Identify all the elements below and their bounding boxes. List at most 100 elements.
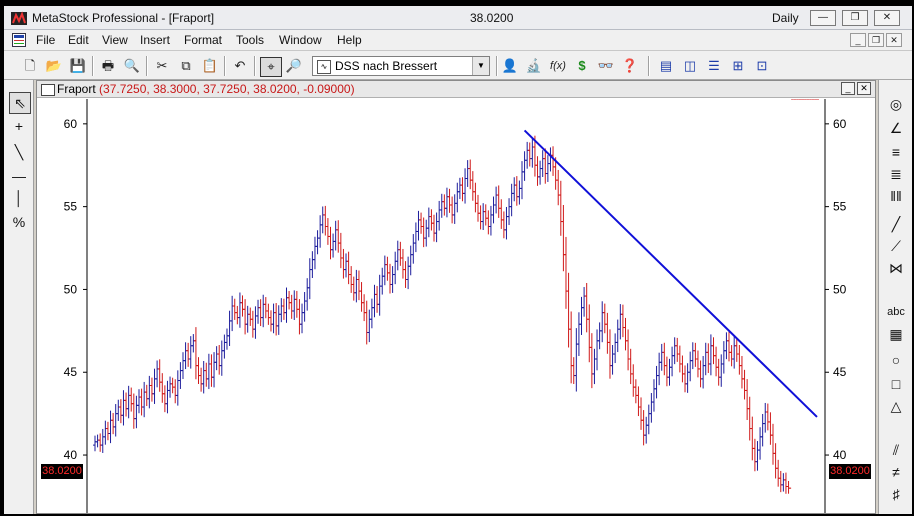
print-preview-icon[interactable]: 🔍 <box>122 57 142 75</box>
menu-view[interactable]: View <box>102 33 128 47</box>
tile-vertical-icon[interactable]: ◫ <box>680 57 700 75</box>
parallel-lines-icon[interactable]: ⫽ <box>885 440 907 460</box>
ohlc-bar <box>248 307 253 326</box>
chart-minimize-button[interactable]: _ <box>841 82 855 95</box>
y-tick-label: 40 <box>833 448 847 462</box>
ohlc-bar <box>380 267 385 295</box>
ohlc-bar <box>300 303 305 334</box>
rectangle-tool-icon[interactable]: □ <box>885 374 907 394</box>
copy-icon[interactable]: ⧉ <box>176 57 196 75</box>
indicator-dropdown[interactable]: ∿ DSS nach Bressert ▼ <box>312 56 490 76</box>
close-button[interactable]: ✕ <box>874 10 900 26</box>
document-icon[interactable] <box>12 33 26 47</box>
ohlc-bar <box>320 206 325 234</box>
ohlc-bar <box>411 234 416 264</box>
ohlc-bar <box>496 185 501 218</box>
ohlc-bar <box>98 433 103 452</box>
ohlc-bar <box>346 251 351 285</box>
ohlc-bar <box>615 319 620 353</box>
menu-format[interactable]: Format <box>184 33 222 47</box>
binoculars-icon[interactable]: 👓 <box>596 57 616 75</box>
ohlc-bar <box>193 327 198 380</box>
triangle-tool-icon[interactable]: △ <box>885 396 907 416</box>
ohlc-bar <box>372 284 377 318</box>
new-icon[interactable]: 🗋 <box>20 57 40 75</box>
mdi-restore-button[interactable]: ❐ <box>868 33 884 47</box>
paste-icon[interactable]: 📋 <box>200 57 220 75</box>
print-icon[interactable]: 🖶 <box>98 57 118 75</box>
window-new-icon[interactable]: ▤ <box>656 57 676 75</box>
save-icon[interactable]: 💾 <box>68 57 88 75</box>
ohlc-bar <box>558 180 563 236</box>
chart-window-icon <box>41 84 55 96</box>
price-chart[interactable]: 40 40 45 45 50 50 55 55 60 60 <box>37 99 875 513</box>
explorer-icon[interactable]: 🔬 <box>524 57 544 75</box>
menu-bar: File Edit View Insert Format Tools Windo… <box>4 30 912 50</box>
ellipse-tool-icon[interactable]: ○ <box>885 350 907 370</box>
ohlc-bar <box>116 399 121 421</box>
mdi-minimize-button[interactable]: _ <box>850 33 866 47</box>
gann-grid-icon[interactable]: ⋈ <box>885 258 907 278</box>
expert-advisor-icon[interactable]: 👤 <box>500 57 520 75</box>
percent-tool-icon[interactable]: % <box>9 212 29 232</box>
undo-icon[interactable]: ↶ <box>230 57 250 75</box>
ohlc-bar <box>243 299 248 335</box>
crosshair-tool-icon[interactable]: + <box>9 116 29 136</box>
zoom-icon[interactable]: 🔎 <box>284 57 304 75</box>
menu-insert[interactable]: Insert <box>140 33 170 47</box>
tile-horizontal-icon[interactable]: ☰ <box>704 57 724 75</box>
ohlc-bar <box>421 217 426 248</box>
circle-cycle-tool-icon[interactable]: ◎ <box>885 94 907 114</box>
menu-file[interactable]: File <box>36 33 55 47</box>
menu-edit[interactable]: Edit <box>68 33 89 47</box>
ohlc-bar <box>628 348 633 385</box>
ohlc-bar <box>576 312 581 357</box>
tile-grid-icon[interactable]: ⊞ <box>728 57 748 75</box>
ohlc-bar <box>610 344 615 375</box>
andrews-pitchfork-icon[interactable]: ≠ <box>885 462 907 482</box>
ohlc-bar <box>201 360 206 394</box>
ohlc-bar <box>356 270 361 301</box>
chart-close-button[interactable]: ✕ <box>857 82 871 95</box>
restore-button[interactable]: ❐ <box>842 10 868 26</box>
grid-tool-icon[interactable]: ▦ <box>885 324 907 344</box>
ohlc-bar <box>388 263 393 294</box>
ohlc-bar <box>403 261 408 288</box>
chart-layout-icon[interactable]: ⊡ <box>752 57 772 75</box>
vertical-line-tool-icon[interactable]: │ <box>9 188 29 208</box>
speed-resistance-icon[interactable]: ≣ <box>885 164 907 184</box>
chevron-down-icon[interactable]: ▼ <box>472 57 489 75</box>
cut-icon[interactable]: ✂ <box>152 57 172 75</box>
ohlc-bar <box>623 317 628 351</box>
minimize-button[interactable]: — <box>810 10 836 26</box>
mdi-close-button[interactable]: ✕ <box>886 33 902 47</box>
crosshair-icon[interactable]: ⌖ <box>260 57 282 77</box>
y-tick-label: 60 <box>833 117 847 131</box>
fan-lines-icon[interactable]: ⟋ <box>885 236 907 256</box>
context-help-icon[interactable]: ❓ <box>620 57 640 75</box>
ohlc-bar <box>719 354 724 387</box>
menu-tools[interactable]: Tools <box>236 33 264 47</box>
text-tool-icon[interactable]: abc <box>885 302 907 322</box>
menu-window[interactable]: Window <box>279 33 322 47</box>
last-price-label-right: 38.0200 <box>829 464 871 479</box>
ohlc-bar <box>701 356 706 389</box>
raff-channel-icon[interactable]: ╱ <box>885 214 907 234</box>
system-tester-icon[interactable]: $ <box>572 57 592 75</box>
cycle-lines-icon[interactable]: ‖‖ <box>885 186 907 206</box>
trendline-tool-icon[interactable]: ╲ <box>9 142 29 162</box>
ohlc-bar <box>183 342 188 370</box>
fibonacci-retracement-icon[interactable]: ≡ <box>885 142 907 162</box>
ohlc-bar <box>217 344 222 375</box>
ohlc-bar <box>359 282 364 312</box>
pointer-tool-icon[interactable]: ⇖ <box>9 92 31 114</box>
open-icon[interactable]: 📂 <box>44 57 64 75</box>
horizontal-line-tool-icon[interactable]: — <box>9 166 29 186</box>
indicator-builder-icon[interactable]: f(x) <box>548 57 568 75</box>
angle-tool-icon[interactable]: ∠ <box>885 118 907 138</box>
ohlc-bar <box>338 232 343 269</box>
gann-fan-icon[interactable]: ♯ <box>885 484 907 504</box>
ohlc-bar <box>481 203 486 230</box>
toolbar-separator <box>224 56 226 76</box>
menu-help[interactable]: Help <box>337 33 362 47</box>
